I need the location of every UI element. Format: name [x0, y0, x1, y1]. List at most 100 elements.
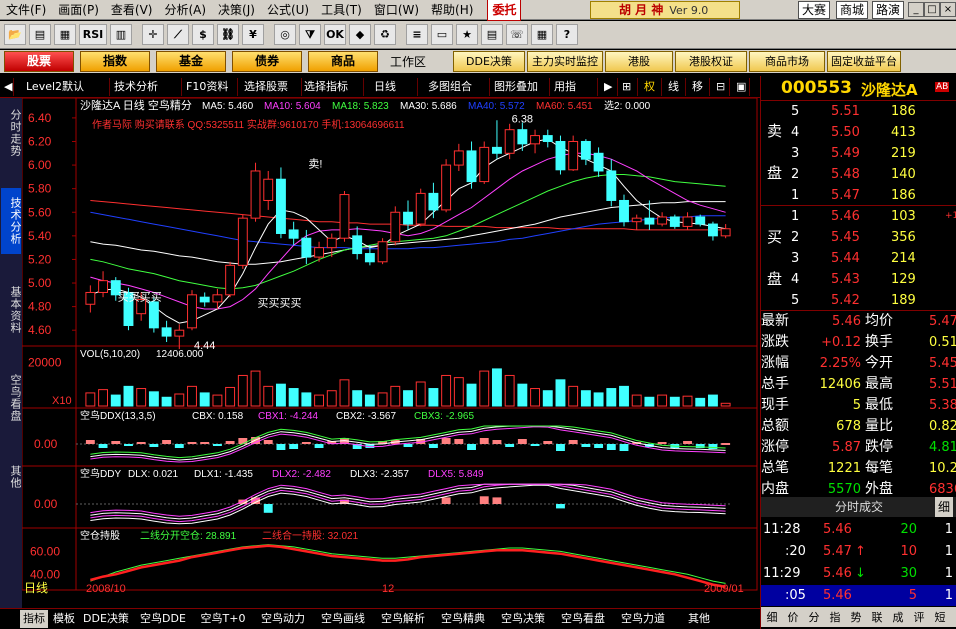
menu-item-5[interactable]: 公式(U)	[261, 0, 315, 20]
candle-body[interactable]	[364, 253, 375, 263]
tab-next-icon[interactable]: ▶	[604, 78, 618, 96]
oscillator-bar[interactable]	[136, 442, 146, 444]
oscillator-bar[interactable]	[149, 444, 159, 447]
volume-bar[interactable]	[288, 388, 299, 407]
sell-row[interactable]: 1 5.47 186	[761, 185, 956, 206]
quote-tab-2[interactable]: 分	[805, 609, 823, 625]
volume-bar[interactable]	[364, 394, 375, 407]
volume-bar[interactable]	[237, 374, 248, 407]
volume-bar[interactable]	[326, 390, 337, 407]
roadshow-button[interactable]: 路演	[872, 1, 905, 19]
binoc-icon[interactable]: ◎	[274, 24, 296, 45]
candle-body[interactable]	[504, 129, 515, 154]
volume-bar[interactable]	[530, 388, 541, 407]
nav-funds[interactable]: 基金	[156, 51, 226, 72]
candle-body[interactable]	[415, 192, 426, 225]
oscillator-bar[interactable]	[683, 441, 692, 444]
indicator-tab-0[interactable]: 指标	[20, 610, 48, 628]
table-icon[interactable]: ▥	[110, 24, 132, 45]
volume-bar[interactable]	[606, 388, 617, 407]
quote-tab-8[interactable]: 短	[931, 609, 949, 625]
menu-item-1[interactable]: 画面(P)	[52, 0, 105, 20]
buy-row[interactable]: 4 5.43 129	[761, 269, 956, 290]
restore-icon[interactable]: □	[924, 2, 940, 17]
indicator-tab-2[interactable]: DDE决策	[80, 610, 132, 628]
oscillator-bar[interactable]	[428, 444, 438, 448]
oscillator-bar[interactable]	[721, 443, 731, 445]
candle-body[interactable]	[441, 164, 452, 211]
recycle-icon[interactable]: ♻	[374, 24, 396, 45]
candle-body[interactable]	[542, 135, 553, 142]
oscillator-bar[interactable]	[314, 444, 324, 448]
tab-indicator[interactable]: 用指	[554, 78, 598, 96]
oscillator-bar[interactable]	[619, 444, 629, 451]
oscillator-bar[interactable]	[441, 438, 451, 444]
volume-bar[interactable]	[250, 370, 261, 407]
ok-icon[interactable]: OK	[324, 24, 346, 45]
indicator-tab-7[interactable]: 空鸟解析	[374, 610, 432, 628]
menu-item-4[interactable]: 决策(J)	[212, 0, 261, 20]
nav-bonds[interactable]: 债券	[232, 51, 302, 72]
candle-body[interactable]	[148, 301, 159, 329]
tab-overlay[interactable]: 图形叠加	[494, 78, 550, 96]
indicator-tab-11[interactable]: 空鸟力道	[614, 610, 672, 628]
close-icon[interactable]: ×	[940, 2, 956, 17]
candle-body[interactable]	[263, 178, 274, 201]
volume-bar[interactable]	[275, 383, 286, 407]
quote-tab-4[interactable]: 势	[847, 609, 865, 625]
candle-body[interactable]	[707, 223, 718, 237]
menu-item-6[interactable]: 工具(T)	[315, 0, 368, 20]
oscillator-bar[interactable]	[85, 440, 95, 444]
zoom-icon[interactable]: ⊟	[716, 78, 730, 96]
tab-move[interactable]: 移	[692, 78, 710, 96]
candle-body[interactable]	[85, 291, 96, 305]
volume-bar[interactable]	[644, 396, 655, 407]
candle-body[interactable]	[237, 217, 248, 266]
oscillator-bar[interactable]	[708, 444, 718, 449]
oscillator-bar[interactable]	[276, 444, 286, 450]
nav-index[interactable]: 指数	[80, 51, 150, 72]
quote-tab-5[interactable]: 联	[868, 609, 886, 625]
strip-technical[interactable]: 技术分析	[1, 188, 22, 254]
volume-bar[interactable]	[85, 392, 96, 407]
buy-row[interactable]: 3 5.44 214	[761, 248, 956, 269]
oscillator-bar[interactable]	[289, 444, 299, 449]
volume-bar[interactable]	[225, 386, 236, 407]
oscillator-bar[interactable]	[479, 496, 489, 504]
sell-row[interactable]: 2 5.48 140	[761, 164, 956, 185]
volume-bar[interactable]	[491, 368, 502, 407]
candle-body[interactable]	[403, 211, 413, 225]
nav-fixed-income[interactable]: 固定收益平台	[827, 51, 901, 72]
fav-icon[interactable]: ★	[456, 24, 478, 45]
candle-body[interactable]	[314, 247, 325, 258]
volume-bar[interactable]	[593, 392, 604, 407]
volume-bar[interactable]	[669, 396, 680, 407]
candle-body[interactable]	[161, 327, 172, 337]
oscillator-bar[interactable]	[556, 504, 565, 509]
candle-body[interactable]	[377, 241, 388, 263]
oscillator-bar[interactable]	[543, 441, 553, 444]
contest-button[interactable]: 大赛	[798, 1, 831, 19]
candle-body[interactable]	[593, 152, 604, 172]
dollar-icon[interactable]: $	[192, 24, 214, 45]
strip-kongniao[interactable]: 空鸟看盘	[1, 370, 22, 426]
menu-item-8[interactable]: 帮助(H)	[425, 0, 479, 20]
crosshair-icon[interactable]: ⊞	[622, 78, 638, 96]
candle-body[interactable]	[174, 329, 185, 337]
chart-icon[interactable]: ▤	[29, 24, 51, 45]
candle-body[interactable]	[352, 235, 363, 255]
buy-row[interactable]: 2 5.45 356	[761, 227, 956, 248]
indicator-tab-12[interactable]: 其他	[674, 610, 724, 628]
menu-item-3[interactable]: 分析(A)	[158, 0, 212, 20]
nav-monitor[interactable]: 主力实时监控	[527, 51, 603, 72]
oscillator-bar[interactable]	[301, 442, 311, 444]
candle-body[interactable]	[479, 146, 490, 183]
oscillator-bar[interactable]	[467, 444, 476, 450]
nav-hk[interactable]: 港股	[605, 51, 673, 72]
indicator-tab-9[interactable]: 空鸟决策	[494, 610, 552, 628]
tab-f10[interactable]: F10资料	[186, 78, 238, 96]
cross-icon[interactable]: ✛	[142, 24, 164, 45]
volume-bar[interactable]	[136, 388, 147, 407]
oscillator-bar[interactable]	[403, 444, 413, 447]
oscillator-bar[interactable]	[556, 444, 565, 451]
